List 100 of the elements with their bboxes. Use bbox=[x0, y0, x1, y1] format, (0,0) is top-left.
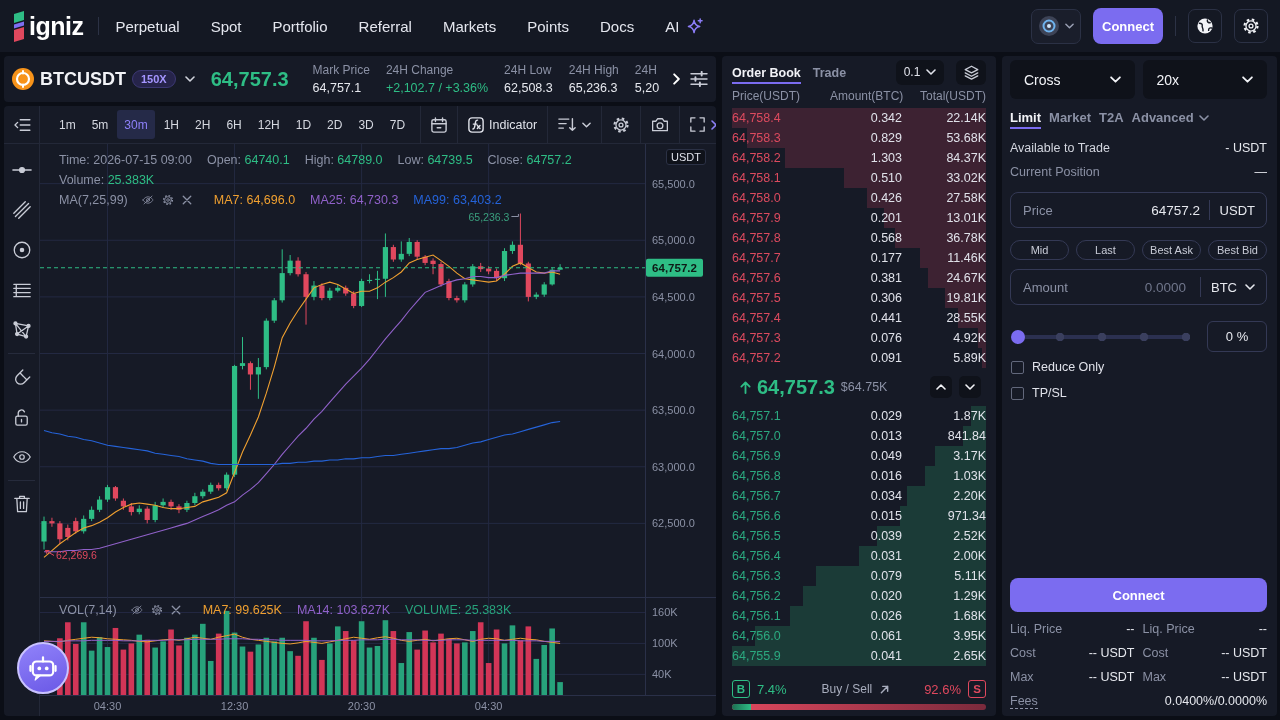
parallel-lines-icon[interactable] bbox=[12, 282, 31, 298]
buy-badge: B bbox=[732, 680, 750, 698]
percent-field[interactable]: 0 % bbox=[1207, 321, 1267, 352]
slider-thumb[interactable] bbox=[1011, 329, 1025, 344]
ask-row[interactable]: 64,757.4 0.441 28.55K bbox=[732, 308, 986, 328]
ask-row[interactable]: 64,757.9 0.201 13.01K bbox=[732, 208, 986, 228]
precision-dropdown[interactable]: 0.1 bbox=[896, 59, 944, 85]
collapse-icon[interactable] bbox=[12, 117, 31, 132]
interval-tab[interactable]: 2D bbox=[320, 110, 350, 139]
bid-row[interactable]: 64,756.7 0.034 2.20K bbox=[732, 486, 986, 506]
bid-row[interactable]: 64,756.3 0.079 5.11K bbox=[732, 566, 986, 586]
nav-link[interactable]: AI bbox=[665, 17, 704, 35]
bid-row[interactable]: 64,756.0 0.061 3.95K bbox=[732, 626, 986, 646]
network-selector[interactable] bbox=[1031, 8, 1081, 44]
sliders-icon[interactable] bbox=[690, 71, 708, 87]
chevron-right-icon[interactable] bbox=[711, 119, 716, 130]
bid-row[interactable]: 64,756.9 0.049 3.17K bbox=[732, 446, 986, 466]
order-type-tab[interactable]: Limit bbox=[1010, 110, 1042, 129]
eye-off-icon[interactable] bbox=[130, 604, 143, 616]
eye-off-icon[interactable] bbox=[141, 194, 154, 206]
nav-link[interactable]: Spot bbox=[210, 17, 242, 35]
bar bbox=[200, 623, 206, 695]
nav-link[interactable]: Portfolio bbox=[272, 17, 328, 35]
close-icon[interactable] bbox=[181, 195, 192, 205]
bid-row[interactable]: 64,756.2 0.020 1.29K bbox=[732, 586, 986, 606]
ask-row[interactable]: 64,758.3 0.829 53.68K bbox=[732, 128, 986, 148]
interval-tab[interactable]: 30m bbox=[117, 110, 155, 139]
nav-link[interactable]: Points bbox=[527, 17, 569, 35]
interval-tab[interactable]: 1H bbox=[156, 110, 187, 139]
fullscreen-icon[interactable] bbox=[690, 117, 706, 132]
bid-row[interactable]: 64,756.1 0.026 1.68K bbox=[732, 606, 986, 626]
ask-row[interactable]: 64,757.3 0.076 4.92K bbox=[732, 328, 986, 348]
ask-row[interactable]: 64,758.1 0.510 33.02K bbox=[732, 168, 986, 188]
checkbox[interactable] bbox=[1011, 360, 1024, 374]
ask-row[interactable]: 64,757.6 0.381 24.67K bbox=[732, 268, 986, 288]
unlock-icon[interactable] bbox=[14, 408, 29, 426]
scroll-down-button[interactable] bbox=[959, 376, 981, 398]
trash-icon[interactable] bbox=[13, 495, 30, 513]
ask-row[interactable]: 64,757.5 0.306 19.81K bbox=[732, 288, 986, 308]
interval-tab[interactable]: 1D bbox=[288, 110, 319, 139]
close-icon[interactable] bbox=[170, 605, 181, 615]
ask-row[interactable]: 64,758.0 0.426 27.58K bbox=[732, 188, 986, 208]
panel-tab[interactable]: Order Book bbox=[732, 58, 801, 84]
order-type-tab[interactable]: Advanced bbox=[1131, 110, 1209, 129]
bid-row[interactable]: 64,756.4 0.031 2.00K bbox=[732, 546, 986, 566]
interval-tab[interactable]: 12H bbox=[250, 110, 287, 139]
interval-tab[interactable]: 6H bbox=[219, 110, 249, 139]
bid-row[interactable]: 64,757.1 0.029 1.87K bbox=[732, 406, 986, 426]
margin-mode-dropdown[interactable]: Cross bbox=[1010, 60, 1135, 99]
sort-icon[interactable] bbox=[558, 117, 577, 132]
chevron-down-icon bbox=[1242, 76, 1253, 83]
bid-row[interactable]: 64,756.6 0.015 971.34 bbox=[732, 506, 986, 526]
bid-row[interactable]: 64,757.0 0.013 841.84 bbox=[732, 426, 986, 446]
summary-label: Liq. Price bbox=[1142, 622, 1195, 636]
nav-link[interactable]: Docs bbox=[599, 17, 635, 35]
bid-row[interactable]: 64,756.8 0.016 1.03K bbox=[732, 466, 986, 486]
leverage-dropdown[interactable]: 20x bbox=[1142, 60, 1267, 99]
bid-row[interactable]: 64,756.5 0.039 2.52K bbox=[732, 526, 986, 546]
connect-button[interactable]: Connect bbox=[1010, 578, 1267, 612]
checkbox[interactable] bbox=[1011, 386, 1024, 400]
ask-row[interactable]: 64,757.8 0.568 36.78K bbox=[732, 228, 986, 248]
interval-tab[interactable]: 7D bbox=[382, 110, 413, 139]
nav-link[interactable]: Markets bbox=[442, 17, 497, 35]
nav-link[interactable]: Referral bbox=[358, 17, 412, 35]
interval-tab[interactable]: 3D bbox=[351, 110, 381, 139]
polygon-icon[interactable] bbox=[12, 321, 31, 339]
interval-tab[interactable]: 1m bbox=[52, 110, 83, 139]
circle-dot-icon[interactable] bbox=[12, 241, 31, 259]
camera-icon[interactable] bbox=[651, 117, 670, 132]
settings-icon[interactable] bbox=[612, 115, 631, 134]
settings-button[interactable] bbox=[1234, 9, 1268, 43]
symbol-name[interactable]: BTCUSDT bbox=[40, 68, 126, 90]
fees-label[interactable]: Fees bbox=[1010, 693, 1038, 709]
bar bbox=[184, 637, 190, 695]
ask-row[interactable]: 64,758.2 1.303 84.37K bbox=[732, 148, 986, 168]
unit-selector[interactable]: BTC bbox=[1211, 279, 1255, 295]
order-type-tab[interactable]: T2A bbox=[1099, 110, 1124, 129]
layout-button[interactable] bbox=[956, 59, 986, 85]
magnet-icon[interactable] bbox=[12, 368, 31, 386]
ask-row[interactable]: 64,758.4 0.342 22.14K bbox=[732, 108, 986, 128]
order-type-tab[interactable]: Market bbox=[1049, 110, 1091, 129]
interval-tab[interactable]: 5m bbox=[84, 110, 116, 139]
ask-row[interactable]: 64,757.2 0.091 5.89K bbox=[732, 348, 986, 368]
scroll-up-button[interactable] bbox=[930, 376, 952, 398]
eye-icon[interactable] bbox=[12, 451, 31, 463]
bid-row[interactable]: 64,755.9 0.041 2.65K bbox=[732, 646, 986, 666]
horizontal-line-icon[interactable] bbox=[11, 166, 32, 174]
language-button[interactable] bbox=[1188, 9, 1222, 43]
ask-row[interactable]: 64,757.7 0.177 11.46K bbox=[732, 248, 986, 268]
connect-button[interactable]: Connect bbox=[1093, 8, 1163, 44]
ask-price: 64,758.0 bbox=[732, 191, 782, 205]
interval-tab[interactable]: 2H bbox=[188, 110, 218, 139]
panel-tab[interactable]: Trade bbox=[812, 58, 847, 84]
buy-sell-link[interactable]: Buy / Sell bbox=[821, 682, 890, 696]
chevron-down-icon[interactable] bbox=[184, 76, 195, 82]
trend-line-icon[interactable] bbox=[12, 201, 31, 219]
caret-down-icon[interactable] bbox=[582, 121, 592, 128]
indicator-button[interactable]: Indicator bbox=[468, 116, 538, 133]
calendar-icon[interactable] bbox=[431, 116, 448, 133]
nav-link[interactable]: Perpetual bbox=[115, 17, 180, 35]
